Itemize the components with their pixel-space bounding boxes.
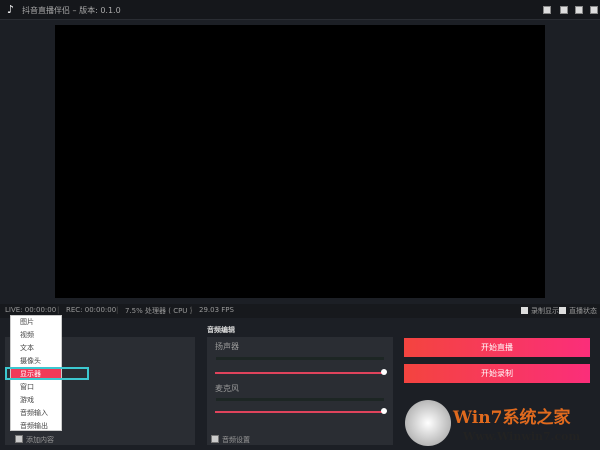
menu-item-window[interactable]: 窗口	[11, 381, 61, 393]
separator: |	[116, 306, 119, 314]
video-preview[interactable]	[55, 25, 545, 298]
rec-time: REC: 00:00:00	[66, 306, 117, 314]
live-status-label: 直播状态	[569, 307, 597, 315]
speaker-label: 扬声器	[215, 342, 239, 351]
maximize-icon[interactable]	[575, 6, 583, 14]
minimize-icon[interactable]	[560, 6, 568, 14]
record-display-checkbox[interactable]	[521, 307, 528, 314]
mic-volume-slider[interactable]	[215, 411, 385, 413]
window-title: 抖音直播伴侣 – 版本: 0.1.0	[22, 6, 121, 15]
cpu-usage: 7.5% 处理器 ( CPU )	[125, 307, 193, 315]
separator: |	[57, 306, 60, 314]
menu-item-audio-input[interactable]: 音频输入	[11, 407, 61, 419]
menu-item-text[interactable]: 文本	[11, 342, 61, 354]
menu-item-video[interactable]: 视频	[11, 329, 61, 341]
watermark: Win7系统之家 Www.Winwin7.com	[403, 400, 598, 448]
add-icon[interactable]	[15, 435, 23, 443]
menu-item-audio-output[interactable]: 音频输出	[11, 420, 61, 432]
watermark-url: Www.Winwin7.com	[463, 430, 581, 443]
mic-label: 麦克风	[215, 384, 239, 393]
audio-title: 音频编辑	[207, 326, 235, 334]
menu-item-game[interactable]: 游戏	[11, 394, 61, 406]
mic-meter	[216, 398, 384, 401]
live-status-checkbox[interactable]	[559, 307, 566, 314]
menu-item-image[interactable]: 图片	[11, 316, 61, 328]
menu-item-camera[interactable]: 摄像头	[11, 355, 61, 367]
live-time: LIVE: 00:00:00	[5, 306, 57, 314]
audio-settings-icon[interactable]	[211, 435, 219, 443]
close-icon[interactable]	[590, 6, 598, 14]
windows-logo-icon	[405, 400, 451, 446]
add-content-button[interactable]: 添加内容	[26, 435, 54, 445]
watermark-brand: Win7系统之家	[453, 408, 571, 428]
start-live-button[interactable]: 开始直播	[404, 338, 590, 357]
settings-icon[interactable]	[543, 6, 551, 14]
fps: 29.03 FPS	[199, 306, 234, 314]
start-record-button[interactable]: 开始录制	[404, 364, 590, 383]
selection-highlight	[5, 367, 89, 380]
speaker-volume-handle[interactable]	[381, 369, 387, 375]
speaker-meter	[216, 357, 384, 360]
separator: |	[190, 306, 193, 314]
tiktok-logo-icon: ♪	[7, 3, 15, 16]
record-display-label: 录制显示	[531, 307, 559, 315]
speaker-volume-slider[interactable]	[215, 372, 385, 374]
audio-settings-button[interactable]: 音频设置	[222, 435, 250, 445]
mic-volume-handle[interactable]	[381, 408, 387, 414]
